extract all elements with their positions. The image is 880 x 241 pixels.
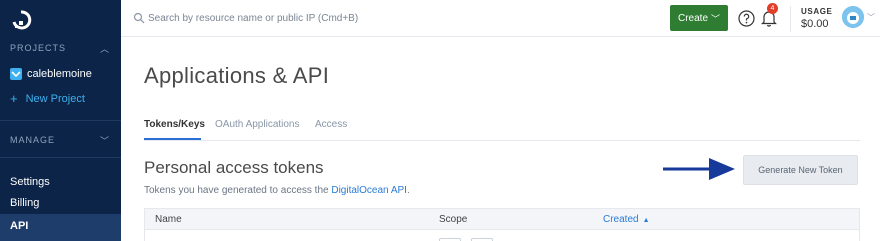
top-bar: Create ﹀ 4 USAGE $0.00 ﹀ xyxy=(121,0,880,37)
tab-oauth-applications[interactable]: OAuth Applications xyxy=(215,119,300,130)
project-icon xyxy=(10,68,22,80)
section-title: Personal access tokens xyxy=(144,158,324,177)
help-icon[interactable] xyxy=(738,10,755,27)
column-header-created[interactable]: Created ▲ xyxy=(603,214,650,225)
section-desc-prefix: Tokens you have generated to access the xyxy=(144,185,332,196)
tabs: Tokens/Keys OAuth Applications Access xyxy=(144,112,860,141)
chevron-down-icon[interactable]: ﹀ xyxy=(100,134,109,147)
search-input[interactable] xyxy=(148,10,428,26)
sidebar: PROJECTS ︿ calebl​emoine + New Project M… xyxy=(0,0,121,241)
new-project-link[interactable]: + New Project xyxy=(10,91,85,106)
digitalocean-api-link[interactable]: DigitalOcean API xyxy=(331,185,407,196)
created-label: Created xyxy=(603,214,639,225)
page-title: Applications & API xyxy=(144,63,330,88)
create-label: Create xyxy=(677,12,708,24)
active-tab-indicator xyxy=(144,138,201,140)
usage-value: $0.00 xyxy=(801,18,829,30)
search-icon xyxy=(133,12,145,24)
sidebar-item-project[interactable]: calebl​emoine xyxy=(10,68,92,80)
section-desc-suffix: . xyxy=(406,185,410,196)
tab-tokens-keys[interactable]: Tokens/Keys xyxy=(144,119,205,130)
sidebar-item-api[interactable]: API xyxy=(0,214,121,241)
create-button[interactable]: Create ﹀ xyxy=(670,5,728,31)
table-header: Name Scope Created ▲ xyxy=(144,208,860,230)
column-header-name[interactable]: Name xyxy=(155,214,182,225)
sidebar-item-api-label: API xyxy=(10,220,29,232)
digitalocean-logo-icon[interactable] xyxy=(10,9,32,31)
chevron-down-icon: ﹀ xyxy=(711,13,721,24)
projects-heading: PROJECTS xyxy=(10,43,67,53)
chevron-up-icon[interactable]: ︿ xyxy=(100,42,109,55)
divider xyxy=(790,6,791,32)
plus-icon: + xyxy=(10,91,18,106)
sort-ascending-icon: ▲ xyxy=(642,217,650,224)
divider xyxy=(0,120,121,121)
avatar-icon xyxy=(842,6,864,28)
chevron-down-icon[interactable]: ﹀ xyxy=(867,12,875,23)
sidebar-item-billing[interactable]: Billing xyxy=(10,197,39,209)
sidebar-item-settings[interactable]: Settings xyxy=(10,176,50,188)
arrow-right-icon xyxy=(663,158,735,180)
avatar[interactable] xyxy=(842,6,864,28)
manage-heading: MANAGE xyxy=(10,135,56,145)
section-description: Tokens you have generated to access the … xyxy=(144,185,410,196)
notification-badge: 4 xyxy=(767,3,778,14)
project-name: calebl​emoine xyxy=(27,68,92,80)
column-header-scope[interactable]: Scope xyxy=(439,214,467,225)
usage-label: USAGE xyxy=(801,7,833,16)
divider xyxy=(0,157,121,158)
new-project-label: New Project xyxy=(25,92,85,105)
tab-access[interactable]: Access xyxy=(315,119,347,130)
table-row xyxy=(144,230,860,241)
generate-new-token-button[interactable]: Generate New Token xyxy=(743,155,858,185)
